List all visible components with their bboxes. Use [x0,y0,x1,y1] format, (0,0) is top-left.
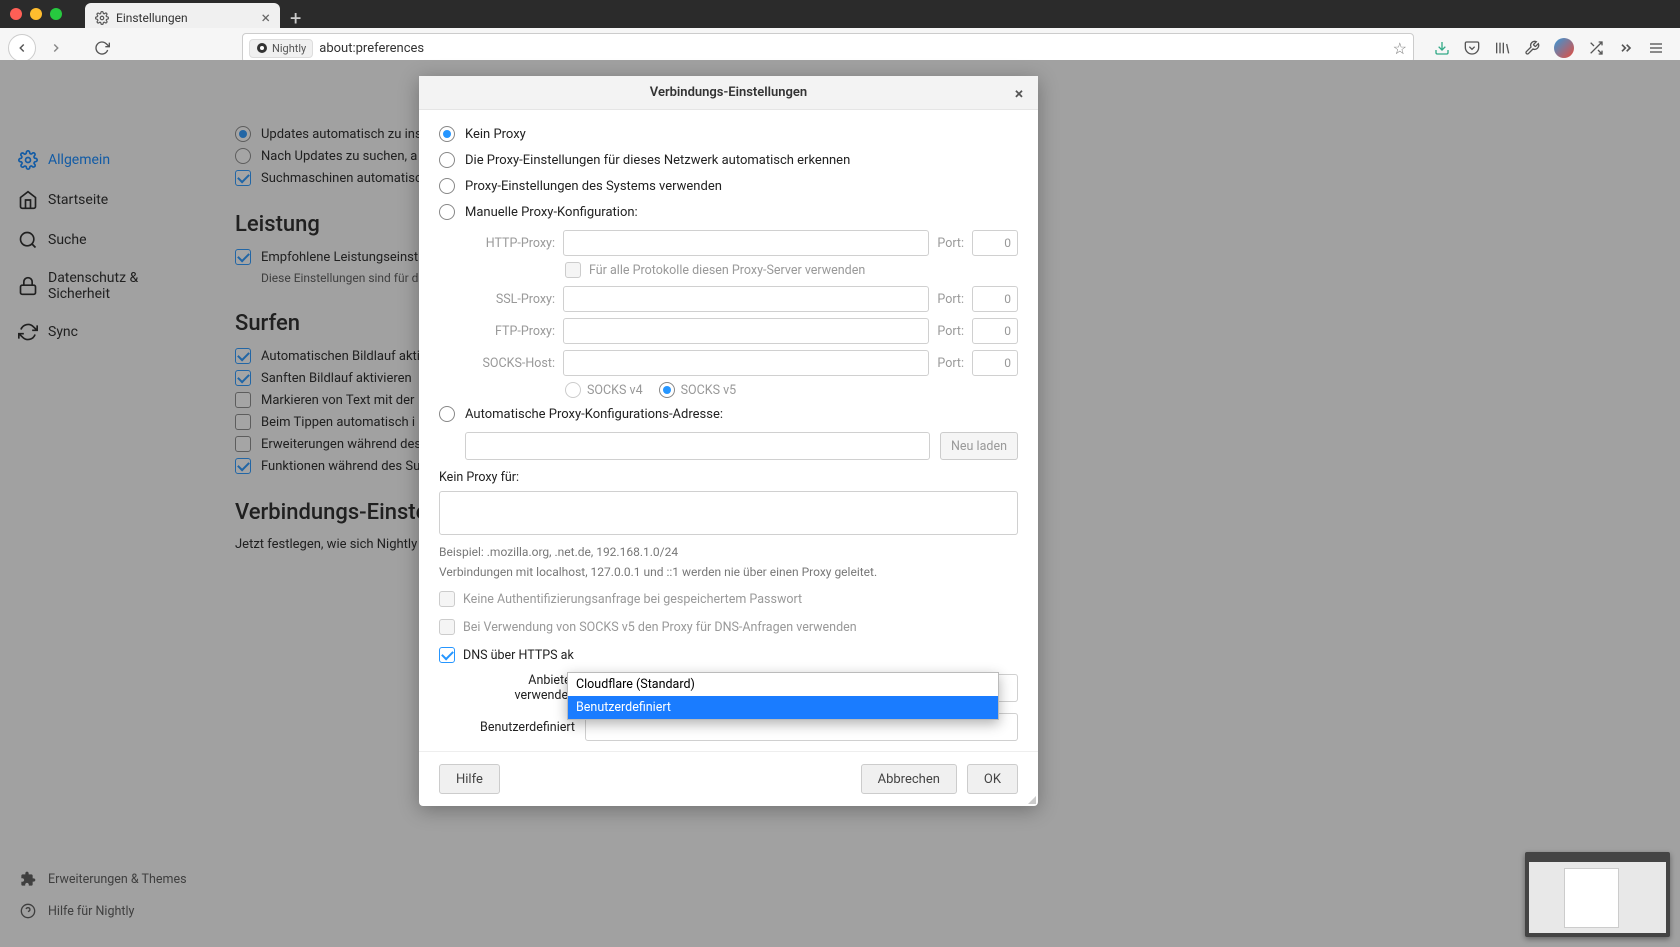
port-label: Port: [937,292,964,307]
socks-host-input[interactable] [563,350,929,376]
autodetect-label: Die Proxy-Einstellungen für dieses Netzw… [465,153,850,168]
reload-button[interactable]: Neu laden [940,432,1018,460]
resize-handle[interactable] [1024,792,1036,804]
window-minimize[interactable] [30,8,42,20]
cancel-button[interactable]: Abbrechen [861,764,957,794]
radio-autodetect[interactable] [439,152,455,168]
forward-button[interactable] [42,34,70,62]
port-label: Port: [937,236,964,251]
radio-socks4[interactable] [565,382,581,398]
identity-label: Nightly [272,42,306,55]
tab-title: Einstellungen [116,11,188,25]
window-preview-thumbnail[interactable] [1525,852,1670,937]
use-for-all-label: Für alle Protokolle diesen Proxy-Server … [589,263,865,278]
ssl-proxy-input[interactable] [563,286,929,312]
back-button[interactable] [8,34,36,62]
socks5-label: SOCKS v5 [681,383,737,398]
overflow-icon[interactable] [1618,40,1634,56]
port-label: Port: [937,356,964,371]
provider-dropdown: Cloudflare (Standard) Benutzerdefiniert [567,672,999,720]
socks5-dns-label: Bei Verwendung von SOCKS v5 den Proxy fü… [463,620,857,635]
socks5-dns-checkbox[interactable] [439,619,455,635]
pocket-icon[interactable] [1464,40,1480,56]
dialog-close-icon[interactable]: × [1010,84,1028,102]
ssl-port-input[interactable] [972,286,1018,312]
profile-avatar[interactable] [1554,38,1574,58]
dialog-header: Verbindungs-Einstellungen × [419,76,1038,110]
no-auth-checkbox[interactable] [439,591,455,607]
use-for-all-checkbox[interactable] [565,262,581,278]
tab-close-icon[interactable]: × [261,10,270,26]
system-label: Proxy-Einstellungen des Systems verwende… [465,179,722,194]
no-proxy-textarea[interactable] [439,491,1018,535]
provider-label: Anbieter verwenden [465,673,575,703]
devtools-icon[interactable] [1524,40,1540,56]
autourl-label: Automatische Proxy-Konfigurations-Adress… [465,407,723,422]
url-text: about:preferences [319,41,424,56]
ftp-proxy-input[interactable] [563,318,929,344]
no-auth-label: Keine Authentifizierungsanfrage bei gesp… [463,592,802,607]
ok-button[interactable]: OK [967,764,1018,794]
custom-label: Benutzerdefiniert [465,720,575,735]
radio-autourl[interactable] [439,406,455,422]
shuffle-icon[interactable] [1588,40,1604,56]
socks-host-label: SOCKS-Host: [465,356,555,371]
window-maximize[interactable] [50,8,62,20]
identity-box[interactable]: Nightly [249,39,313,58]
url-bar[interactable]: Nightly about:preferences ☆ [242,33,1414,63]
menu-icon[interactable] [1648,40,1664,56]
ssl-proxy-label: SSL-Proxy: [465,292,555,307]
reload-button[interactable] [88,34,116,62]
ftp-proxy-label: FTP-Proxy: [465,324,555,339]
no-proxy-for-label: Kein Proxy für: [439,470,1018,485]
example-hint: Beispiel: .mozilla.org, .net.de, 192.168… [439,545,1018,559]
ftp-port-input[interactable] [972,318,1018,344]
downloads-icon[interactable] [1434,40,1450,56]
help-button[interactable]: Hilfe [439,764,500,794]
socks4-label: SOCKS v4 [587,383,643,398]
radio-no-proxy[interactable] [439,126,455,142]
http-proxy-label: HTTP-Proxy: [465,236,555,251]
bookmark-star-icon[interactable]: ☆ [1393,39,1407,58]
http-port-input[interactable] [972,230,1018,256]
no-proxy-label: Kein Proxy [465,127,526,142]
dropdown-option-custom[interactable]: Benutzerdefiniert [568,696,998,719]
radio-socks5[interactable] [659,382,675,398]
socks-port-input[interactable] [972,350,1018,376]
dropdown-option-cloudflare[interactable]: Cloudflare (Standard) [568,673,998,696]
gear-icon [95,11,109,25]
dns-https-label: DNS über HTTPS ak [463,648,574,663]
window-close[interactable] [10,8,22,20]
dialog-title: Verbindungs-Einstellungen [650,85,807,100]
manual-label: Manuelle Proxy-Konfiguration: [465,205,638,220]
radio-system[interactable] [439,178,455,194]
localhost-hint: Verbindungen mit localhost, 127.0.0.1 un… [439,565,1018,579]
dns-https-checkbox[interactable] [439,647,455,663]
port-label: Port: [937,324,964,339]
autoconfig-url-input[interactable] [465,432,930,460]
library-icon[interactable] [1494,40,1510,56]
radio-manual[interactable] [439,204,455,220]
http-proxy-input[interactable] [563,230,929,256]
